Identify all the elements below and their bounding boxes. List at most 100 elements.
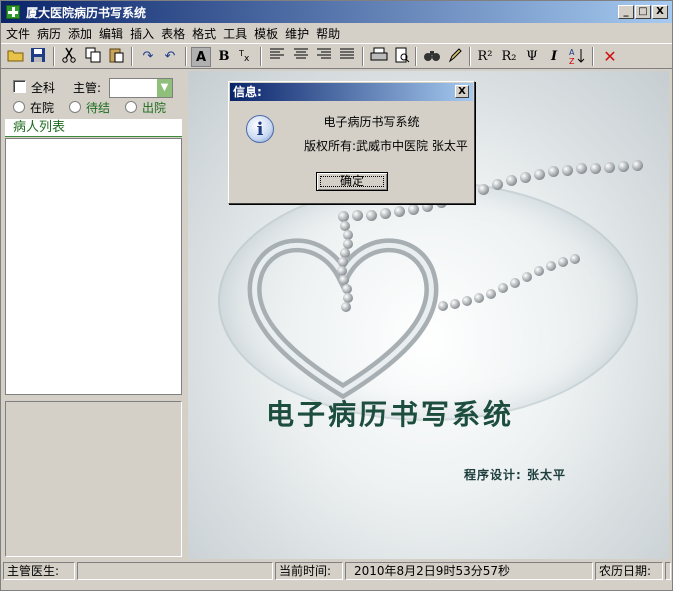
patient-detail-panel bbox=[5, 401, 182, 557]
toolbar-separator bbox=[260, 47, 262, 66]
redo-icon[interactable]: ↷ bbox=[138, 47, 158, 67]
toolbar-separator bbox=[362, 47, 364, 66]
open-folder-icon[interactable] bbox=[6, 47, 26, 67]
cut-icon[interactable] bbox=[59, 47, 79, 67]
menu-edit[interactable]: 编辑 bbox=[94, 23, 125, 42]
menu-template[interactable]: 模板 bbox=[249, 23, 280, 42]
chevron-down-icon[interactable]: ▼ bbox=[157, 79, 172, 97]
radio-inpatient[interactable] bbox=[13, 101, 25, 113]
menu-format[interactable]: 格式 bbox=[187, 23, 218, 42]
chain-bead bbox=[522, 271, 532, 282]
toolbar-separator bbox=[131, 47, 133, 66]
delete-icon[interactable]: ✕ bbox=[600, 47, 620, 67]
chain-bead bbox=[366, 209, 377, 221]
toolbar-separator bbox=[53, 47, 55, 66]
align-left-icon[interactable] bbox=[267, 47, 287, 67]
svg-text:A: A bbox=[569, 48, 575, 57]
chain-bead bbox=[450, 298, 460, 309]
chain-bead bbox=[408, 203, 419, 215]
menu-file[interactable]: 文件 bbox=[1, 23, 32, 42]
toolbar-separator bbox=[415, 47, 417, 66]
lunar-date-value bbox=[665, 562, 671, 580]
toolbar-separator bbox=[592, 47, 594, 66]
minimize-button[interactable]: _ bbox=[618, 5, 634, 19]
radio-inpatient-label: 在院 bbox=[30, 101, 55, 115]
left-panel: 全科 主管: ▼ 在院 待结 出院 病人列表 bbox=[5, 71, 184, 559]
chain-bead bbox=[534, 168, 545, 180]
psi-symbol-icon[interactable]: Ψ bbox=[522, 47, 542, 67]
menu-record[interactable]: 病历 bbox=[32, 23, 63, 42]
menu-help[interactable]: 帮助 bbox=[311, 23, 342, 42]
chain-bead bbox=[576, 163, 587, 175]
chain-bead bbox=[618, 161, 629, 173]
chain-bead bbox=[474, 292, 484, 303]
patient-list-header: 病人列表 bbox=[5, 119, 182, 137]
doctor-label: 主管医生: bbox=[3, 562, 75, 580]
bold-icon[interactable]: B bbox=[214, 47, 234, 67]
chain-bead bbox=[438, 301, 448, 311]
paste-icon[interactable] bbox=[106, 47, 126, 67]
chain-bead bbox=[506, 175, 517, 187]
info-dialog: 信息: X i 电子病历书写系统 版权所有:武威市中医院 张太平 确定 bbox=[228, 81, 475, 204]
chain-bead bbox=[510, 277, 520, 288]
menu-insert[interactable]: 插入 bbox=[125, 23, 156, 42]
supervisor-label: 主管: bbox=[73, 81, 102, 95]
chain-bead bbox=[478, 183, 489, 195]
dialog-title: 信息: bbox=[233, 85, 262, 99]
window-title: 厦大医院病历书写系统 bbox=[26, 6, 147, 20]
maximize-button[interactable]: □ bbox=[635, 5, 651, 19]
radio-discharged-label: 出院 bbox=[142, 101, 167, 115]
patient-filter: 全科 主管: ▼ 在院 待结 出院 bbox=[5, 71, 184, 117]
title-bar[interactable]: 厦大医院病历书写系统 _ □ X bbox=[1, 1, 672, 23]
menu-bar: 文件 病历 添加 编辑 插入 表格 格式 工具 模板 维护 帮助 bbox=[1, 23, 672, 42]
italic-icon[interactable]: I bbox=[544, 47, 564, 67]
font-style-icon[interactable]: Tx bbox=[236, 47, 256, 67]
menu-add[interactable]: 添加 bbox=[63, 23, 94, 42]
radio-discharged[interactable] bbox=[125, 101, 137, 113]
radio-pending-label: 待结 bbox=[86, 101, 111, 115]
copy-icon[interactable] bbox=[83, 47, 103, 67]
menu-tools[interactable]: 工具 bbox=[218, 23, 249, 42]
superscript-icon[interactable]: R² bbox=[475, 47, 495, 67]
app-icon bbox=[6, 5, 20, 19]
sort-icon[interactable]: AZ bbox=[567, 47, 587, 67]
lunar-date-label: 农历日期: bbox=[595, 562, 663, 580]
find-icon[interactable] bbox=[422, 47, 442, 67]
all-departments-checkbox[interactable] bbox=[13, 80, 26, 93]
menu-table[interactable]: 表格 bbox=[156, 23, 187, 42]
close-button[interactable]: X bbox=[652, 5, 668, 19]
chain-bead bbox=[534, 265, 544, 276]
toolbar: ↷ ↶ A B Tx R² R₂ Ψ I A Z ✕ bbox=[1, 43, 672, 69]
chain-bead bbox=[520, 171, 531, 183]
menu-maintain[interactable]: 维护 bbox=[280, 23, 311, 42]
font-icon[interactable]: A bbox=[191, 47, 211, 67]
undo-icon[interactable]: ↶ bbox=[160, 47, 180, 67]
chain-bead bbox=[562, 164, 573, 176]
chain-bead bbox=[604, 161, 615, 173]
justify-icon[interactable] bbox=[337, 47, 357, 67]
time-value: 2010年8月2日9时53分57秒 bbox=[345, 562, 593, 580]
toolbar-separator bbox=[185, 47, 187, 66]
status-bar: 主管医生: 当前时间: 2010年8月2日9时53分57秒 农历日期: bbox=[1, 561, 672, 581]
save-icon[interactable] bbox=[28, 47, 48, 67]
svg-text:x: x bbox=[244, 54, 250, 63]
align-center-icon[interactable] bbox=[291, 47, 311, 67]
chain-bead bbox=[590, 162, 601, 174]
all-departments-label: 全科 bbox=[31, 81, 56, 95]
subscript-icon[interactable]: R₂ bbox=[499, 47, 519, 67]
chain-bead bbox=[632, 160, 643, 172]
align-right-icon[interactable] bbox=[314, 47, 334, 67]
dialog-message-copyright: 版权所有:武威市中医院 张太平 bbox=[304, 139, 468, 153]
patient-list[interactable] bbox=[5, 138, 182, 395]
dialog-ok-button[interactable]: 确定 bbox=[316, 172, 388, 191]
dialog-close-button[interactable]: X bbox=[455, 85, 469, 98]
designer-credit: 程序设计: 张太平 bbox=[464, 468, 566, 482]
supervisor-select[interactable]: ▼ bbox=[109, 78, 173, 98]
app-window: 厦大医院病历书写系统 _ □ X 文件 病历 添加 编辑 插入 表格 格式 工具 模板 维护 帮助 … bbox=[0, 0, 673, 591]
pen-icon[interactable] bbox=[445, 47, 465, 67]
dialog-title-bar[interactable]: 信息: X bbox=[230, 83, 473, 101]
toolbar-separator bbox=[469, 47, 471, 66]
print-icon[interactable] bbox=[369, 47, 389, 67]
print-preview-icon[interactable] bbox=[392, 47, 412, 67]
radio-pending[interactable] bbox=[69, 101, 81, 113]
